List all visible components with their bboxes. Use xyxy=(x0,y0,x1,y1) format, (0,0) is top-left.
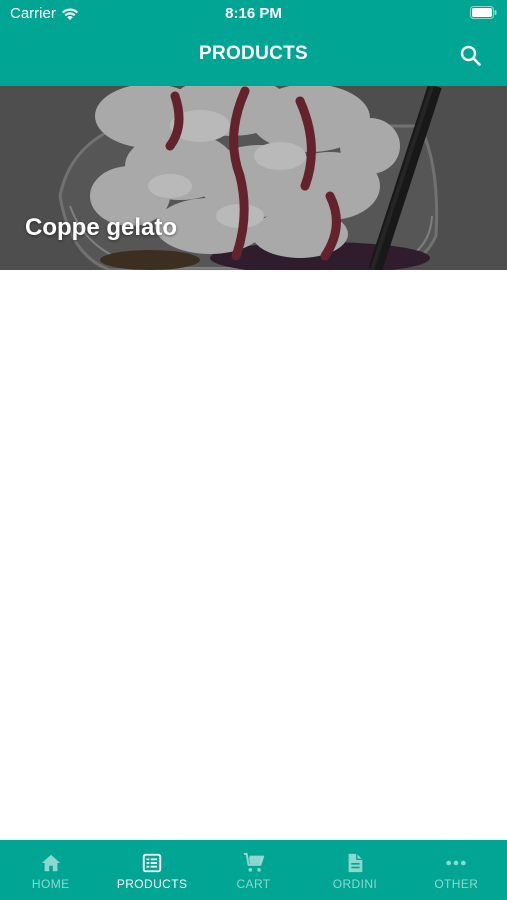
category-label: Coppe gelato xyxy=(25,214,178,241)
search-button[interactable] xyxy=(459,44,483,68)
list-icon xyxy=(142,853,162,873)
cart-icon xyxy=(243,852,264,872)
tab-home[interactable]: HOME xyxy=(0,840,101,900)
clock: 8:16 PM xyxy=(225,5,282,22)
tab-home-label: HOME xyxy=(31,877,70,891)
tab-products[interactable]: PRODUCTS xyxy=(101,840,202,900)
ice-cream-sundae-photo xyxy=(0,86,507,270)
tab-ordini[interactable]: ORDINI xyxy=(304,840,405,900)
tab-cart[interactable]: CART xyxy=(203,840,304,900)
tab-bar: HOME PRODUCTS CART ORDINI OTHER xyxy=(0,840,507,900)
tab-products-label: PRODUCTS xyxy=(116,877,188,891)
top-bar: Carrier 8:16 PM PRODUCTS xyxy=(0,0,507,86)
tab-other-label: OTHER xyxy=(434,877,479,891)
tab-cart-label: CART xyxy=(236,877,271,891)
tab-ordini-label: ORDINI xyxy=(332,877,378,891)
tab-other[interactable]: OTHER xyxy=(406,840,507,900)
status-bar: Carrier 8:16 PM xyxy=(0,0,507,28)
more-icon xyxy=(446,860,467,866)
page-title: PRODUCTS xyxy=(198,43,308,64)
battery-icon xyxy=(470,6,497,23)
search-icon xyxy=(460,45,481,66)
home-icon xyxy=(41,854,60,872)
app-screen: Carrier 8:16 PM PRODUCTS Coppe gelato HO… xyxy=(0,0,507,900)
category-card-coppe-gelato[interactable]: Coppe gelato xyxy=(0,86,507,270)
document-icon xyxy=(348,853,363,873)
